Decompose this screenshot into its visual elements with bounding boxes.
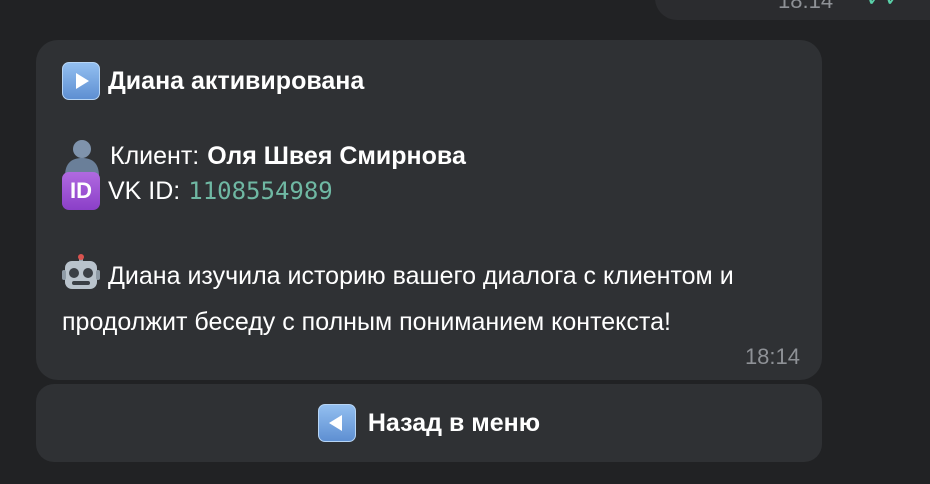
client-name: Оля Швея Смирнова (207, 141, 466, 170)
message-bubble: Диана активирована Клиент: Оля Швея Смир… (36, 40, 822, 380)
robot-face-icon (62, 254, 100, 303)
message-time: 18:14 (744, 344, 800, 369)
previous-message-time: 18:14 (778, 0, 834, 13)
back-to-menu-label: Назад в меню (367, 408, 541, 437)
back-to-menu-button[interactable]: Назад в меню (36, 384, 822, 462)
message-body: Диана изучила историю вашего диалога с к… (62, 254, 812, 341)
message-body-text: Диана изучила историю вашего диалога с к… (62, 262, 734, 336)
id-button-icon: ID (62, 172, 100, 210)
vk-id-label: VK ID: (108, 176, 181, 205)
play-button-icon (62, 62, 100, 100)
reverse-button-icon (317, 404, 356, 442)
chat-view: 18:14 ✓✓ Диана активирована Клиент: Оля … (0, 0, 930, 484)
message-title-line: Диана активирована (62, 62, 364, 100)
vk-id-value[interactable]: 1108554989 (188, 177, 333, 205)
vk-id-line: ID VK ID: 1108554989 (62, 172, 333, 210)
client-label: Клиент: (110, 141, 200, 170)
client-line: Клиент: Оля Швея Смирнова (62, 136, 466, 176)
bust-silhouette-icon (62, 136, 102, 176)
double-check-icon: ✓✓ (866, 0, 903, 12)
message-title: Диана активирована (108, 66, 365, 95)
